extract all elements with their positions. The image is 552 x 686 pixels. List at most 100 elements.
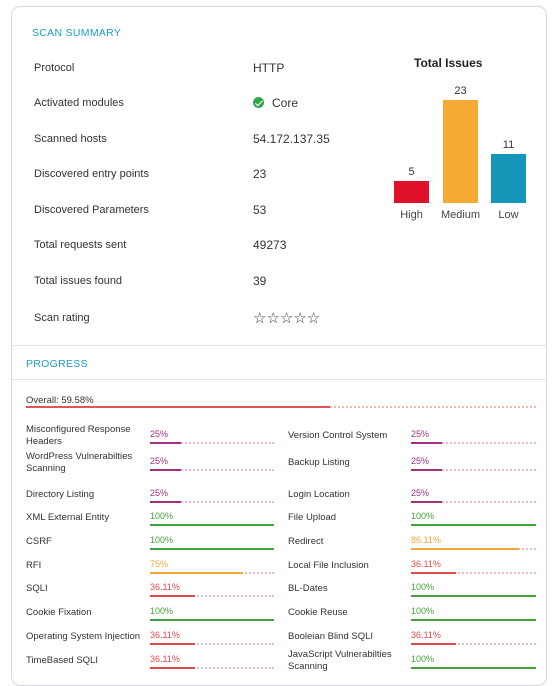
progress-item-fill (411, 548, 519, 550)
summary-value-text: 53 (253, 203, 267, 217)
summary-label: Scan rating (34, 312, 90, 324)
progress-item-fill (411, 667, 536, 669)
progress-item-fill (150, 469, 181, 471)
progress-item-fill (411, 619, 536, 621)
summary-value: 39 (253, 274, 266, 288)
progress-item-percent: 100% (411, 606, 435, 616)
progress-item-percent: 36.11% (150, 630, 180, 640)
bar-medium[interactable] (443, 100, 478, 203)
progress-item-name: TimeBased SQLI (26, 655, 98, 666)
progress-item-fill (150, 548, 274, 550)
progress-item-fill (150, 442, 181, 444)
progress-item-fill (411, 595, 536, 597)
bar-value-label: 5 (408, 165, 415, 178)
progress-item-name: Login Location (288, 489, 350, 500)
progress-item-percent: 86.11% (411, 535, 441, 545)
progress-item-fill (411, 469, 443, 471)
progress-item-fill (150, 643, 195, 645)
overall-progress-label: Overall: 59.58% (26, 395, 94, 406)
progress-item-percent: 75% (150, 559, 169, 569)
check-circle-icon (253, 97, 264, 108)
progress-item-name: Local File Inclusion (288, 560, 369, 571)
progress-item-name: SQLI (26, 583, 48, 594)
bar-value-label: 11 (502, 138, 515, 151)
summary-label: Discovered Parameters (34, 204, 149, 216)
progress-item-name: File Upload (288, 512, 337, 523)
progress-item-percent: 36.11% (411, 630, 441, 640)
summary-value: Core (253, 96, 298, 110)
summary-value-text: 49273 (253, 238, 287, 252)
summary-value: 54.172.137.35 (253, 132, 330, 146)
summary-value: 23 (253, 167, 266, 181)
progress-item-name: CSRF (26, 536, 52, 547)
progress-divider (11, 379, 547, 380)
summary-value-text: 39 (253, 274, 267, 288)
scan-rating-stars: ☆☆☆☆☆ (253, 309, 320, 327)
progress-item-fill (150, 501, 181, 503)
progress-item-fill (150, 572, 243, 574)
summary-value-text: 23 (253, 167, 267, 181)
star-outline-icon[interactable]: ☆ (307, 310, 320, 327)
progress-item-percent: 25% (150, 429, 169, 439)
progress-item-percent: 100% (150, 511, 174, 521)
progress-item-fill (411, 524, 536, 526)
progress-item-fill (411, 643, 457, 645)
progress-item-percent: 25% (150, 488, 169, 498)
progress-item-percent: 100% (150, 606, 174, 616)
summary-label: Total issues found (34, 275, 123, 287)
progress-title: PROGRESS (26, 358, 88, 370)
progress-item-percent: 100% (411, 582, 435, 592)
progress-item-fill (411, 442, 443, 444)
progress-item-percent: 100% (411, 511, 435, 521)
progress-item-fill (411, 501, 443, 503)
summary-value: 53 (253, 203, 266, 217)
summary-label: Activated modules (34, 97, 124, 109)
summary-value: HTTP (253, 61, 284, 75)
progress-item-name: Version Control System (288, 430, 388, 441)
progress-item-percent: 36.11% (150, 582, 180, 592)
progress-item-fill (150, 595, 195, 597)
progress-item-name: Operating System Injection (26, 631, 141, 642)
progress-item-fill (150, 667, 195, 669)
summary-value-text: 54.172.137.35 (253, 132, 330, 146)
progress-item-percent: 25% (150, 456, 169, 466)
bar-category-label: Low (498, 209, 519, 221)
progress-item-name: JavaScript Vulnerabilties Scanning (288, 649, 392, 672)
summary-label: Protocol (34, 62, 75, 74)
progress-item-percent: 100% (411, 654, 435, 664)
summary-label: Scanned hosts (34, 133, 107, 145)
progress-item-name: WordPress Vulnerabilties Scanning (26, 451, 133, 474)
star-outline-icon[interactable]: ☆ (266, 310, 279, 327)
summary-label: Total requests sent (34, 239, 127, 251)
progress-item-percent: 25% (411, 456, 430, 466)
progress-item-percent: 36.11% (411, 559, 441, 569)
summary-value: 49273 (253, 238, 286, 252)
progress-item-name: BL-Dates (288, 583, 328, 594)
progress-item-name: XML External Entity (26, 512, 110, 523)
progress-item-percent: 36.11% (150, 654, 180, 664)
bar-category-label: High (400, 209, 423, 221)
summary-label: Discovered entry points (34, 168, 149, 180)
star-outline-icon[interactable]: ☆ (280, 310, 293, 327)
chart-title: Total Issues (414, 56, 483, 70)
star-outline-icon[interactable]: ☆ (253, 310, 266, 327)
section-divider (11, 345, 547, 346)
progress-item-fill (150, 524, 274, 526)
bar-low[interactable] (491, 153, 526, 203)
progress-item-name: Cookie Reuse (288, 607, 348, 618)
progress-item-name: RFI (26, 560, 42, 571)
progress-item-percent: 100% (150, 535, 174, 545)
progress-item-percent: 25% (411, 488, 430, 498)
progress-item-name: Misconfigured Response Headers (26, 424, 131, 447)
bar-high[interactable] (394, 180, 429, 203)
progress-item-percent: 25% (411, 429, 430, 439)
progress-item-name: Cookie Fixation (26, 607, 92, 618)
progress-item-name: Backup Listing (288, 457, 350, 468)
bar-value-label: 23 (454, 85, 467, 97)
progress-item-name: Booleian Blind SQLI (288, 631, 374, 642)
star-outline-icon[interactable]: ☆ (293, 310, 306, 327)
scan-summary-title: SCAN SUMMARY (32, 27, 122, 39)
summary-value-text: Core (272, 96, 299, 110)
summary-value-text: HTTP (253, 61, 285, 75)
progress-item-name: Redirect (288, 536, 324, 547)
